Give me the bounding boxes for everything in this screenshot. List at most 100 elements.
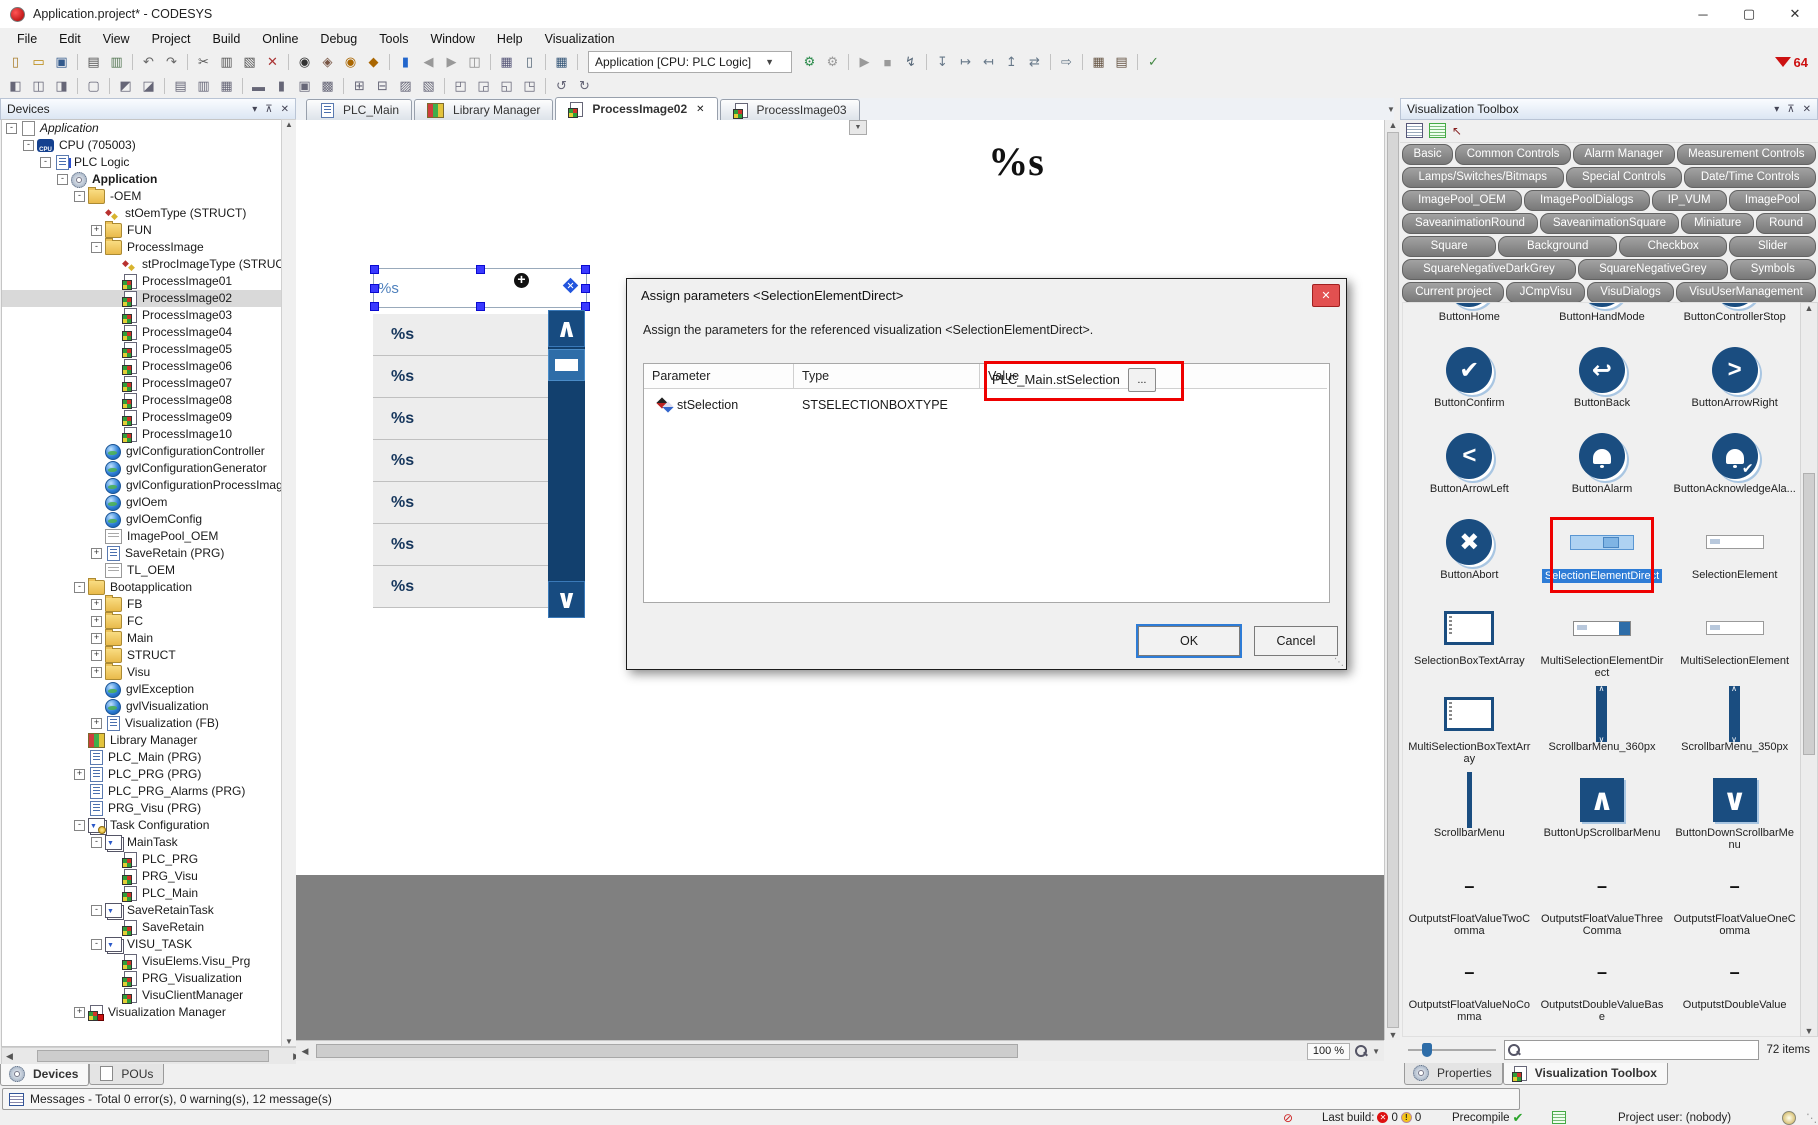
menu-visualization[interactable]: Visualization [534, 28, 626, 50]
clear-bookmarks-icon[interactable]: ◫ [464, 52, 485, 72]
toolbox-item-selectionboxtextarray[interactable]: SelectionBoxTextArray [1403, 601, 1536, 687]
scrollbar-down-icon[interactable]: ∨ [548, 581, 585, 618]
toolbox-item-outputstfloatvaluenocomma[interactable]: –OutputstFloatValueNoComma [1403, 945, 1536, 1031]
tree-item-prg-visu[interactable]: PRG_Visu [2, 868, 282, 885]
pin-icon[interactable]: ⊼ [265, 104, 272, 115]
toolbox-scrollbar[interactable]: ▲ ▼ [1800, 302, 1818, 1037]
toolbox-item-multiselectionelement[interactable]: MultiSelectionElement [1668, 601, 1801, 687]
tree-item-plc-prg[interactable]: PLC_PRG [2, 851, 282, 868]
tree-item-main[interactable]: +Main [2, 630, 282, 647]
category-measurement-controls[interactable]: Measurement Controls [1677, 144, 1816, 165]
tree-item-saveretaintask[interactable]: -SaveRetainTask [2, 902, 282, 919]
ok-button[interactable]: OK [1138, 626, 1240, 656]
stop-icon[interactable]: ■ [877, 52, 898, 72]
tree-item-plc-prg-prg-[interactable]: +PLC_PRG (PRG) [2, 766, 282, 783]
collapse-icon[interactable]: - [91, 905, 102, 916]
new-object-icon[interactable]: ▯ [519, 52, 540, 72]
scroll-up-icon[interactable]: ▲ [1805, 303, 1814, 313]
collapse-icon[interactable]: - [74, 582, 85, 593]
tree-item-struct[interactable]: +STRUCT [2, 647, 282, 664]
scroll-up-icon[interactable]: ▲ [1389, 120, 1398, 130]
tree-item-library-manager[interactable]: Library Manager [2, 732, 282, 749]
category-lamps-switches-bitmaps[interactable]: Lamps/Switches/Bitmaps [1402, 167, 1564, 188]
tree-item-gvlconfigurationcontroller[interactable]: gvlConfigurationController [2, 443, 282, 460]
toolbox-item-buttonalarm[interactable]: ButtonAlarm [1536, 429, 1669, 515]
collapse-icon[interactable]: - [74, 191, 85, 202]
one-forward-icon[interactable]: ◱ [496, 76, 517, 96]
scroll-left-icon[interactable]: ◀ [6, 1051, 13, 1062]
toolbox-item-outputstfloatvaluethreecomma[interactable]: –OutputstFloatValueThreeComma [1536, 859, 1669, 945]
editor-vertical-scrollbar[interactable]: ▲ ▼ [1384, 120, 1401, 1040]
tab-pous[interactable]: POUs [89, 1064, 164, 1085]
icon-size-slider[interactable] [1408, 1043, 1496, 1057]
category-symbols[interactable]: Symbols [1730, 259, 1816, 280]
table-view-alt-icon[interactable] [1429, 123, 1446, 138]
delete-icon[interactable]: ✕ [262, 52, 283, 72]
frame-icon[interactable]: ▢ [83, 76, 104, 96]
resize-handle[interactable] [370, 265, 379, 274]
watch-icon[interactable]: ▦ [1088, 52, 1109, 72]
make-same-size-icon[interactable]: ▦ [216, 76, 237, 96]
tree-item-visuclientmanager[interactable]: VisuClientManager [2, 987, 282, 1004]
tree-item-stoemtype-struct-[interactable]: stOemType (STRUCT) [2, 205, 282, 222]
expand-icon[interactable]: + [74, 769, 85, 780]
zoom-level[interactable]: 100 % [1307, 1043, 1350, 1060]
toolbox-item-buttonconfirm[interactable]: ✔ButtonConfirm [1403, 343, 1536, 429]
run-to-cursor-icon[interactable]: ↥ [1001, 52, 1022, 72]
tree-item-task-configuration[interactable]: -Task Configuration [2, 817, 282, 834]
tree-item-processimage[interactable]: -ProcessImage [2, 239, 282, 256]
tree-item-prg-visualization[interactable]: PRG_Visualization [2, 970, 282, 987]
tree-item-processimage05[interactable]: ProcessImage05 [2, 341, 282, 358]
save-icon[interactable]: ▣ [51, 52, 72, 72]
scrollbar-thumb[interactable] [1387, 132, 1399, 1028]
panel-menu-icon[interactable]: ▾ [252, 104, 257, 115]
menu-online[interactable]: Online [251, 28, 309, 50]
resize-handle[interactable] [581, 284, 590, 293]
column-header-parameter[interactable]: Parameter [644, 364, 794, 389]
toolbox-item-selectionelement[interactable]: SelectionElement [1668, 515, 1801, 601]
tree-item-fun[interactable]: +FUN [2, 222, 282, 239]
anchor-icon[interactable] [563, 278, 579, 294]
collapse-icon[interactable]: - [23, 140, 34, 151]
group-icon[interactable]: ⊞ [349, 76, 370, 96]
size-height-icon[interactable]: ▮ [271, 76, 292, 96]
security-icon[interactable]: ✓ [1143, 52, 1164, 72]
tree-item-imagepool-oem[interactable]: ImagePool_OEM [2, 528, 282, 545]
toolbox-item-outputstdoublevaluebase[interactable]: –OutputstDoubleValueBase [1536, 945, 1669, 1031]
canvas-scroll-button[interactable]: ▼ [849, 120, 867, 135]
close-panel-icon[interactable]: ✕ [281, 104, 289, 115]
tree-item-gvloemconfig[interactable]: gvlOemConfig [2, 511, 282, 528]
collapse-icon[interactable]: - [74, 820, 85, 831]
pointer-tool-icon[interactable]: ↖ [1452, 124, 1462, 138]
tree-item-processimage07[interactable]: ProcessImage07 [2, 375, 282, 392]
paste-icon[interactable]: ▧ [239, 52, 260, 72]
toolbox-item-buttonback[interactable]: ↩ButtonBack [1536, 343, 1669, 429]
tree-horizontal-scrollbar[interactable]: ◀ ▶ [1, 1047, 305, 1065]
browse-button[interactable]: ... [1128, 368, 1156, 392]
size-both-icon[interactable]: ▣ [294, 76, 315, 96]
scrollbar-thumb[interactable] [548, 349, 585, 381]
toolbox-item-multiselectionboxtextarray[interactable]: MultiSelectionBoxTextArray [1403, 687, 1536, 773]
category-date-time-controls[interactable]: Date/Time Controls [1684, 167, 1816, 188]
bring-front-icon[interactable]: ◰ [450, 76, 471, 96]
resize-handle[interactable] [370, 302, 379, 311]
expand-icon[interactable]: + [91, 225, 102, 236]
close-button[interactable]: ✕ [1772, 0, 1818, 28]
toolbox-item-buttonacknowledgeala-[interactable]: ✔ButtonAcknowledgeAla... [1668, 429, 1801, 515]
collapse-icon[interactable]: - [57, 174, 68, 185]
toolbox-item-buttonupscrollbarmenu[interactable]: ∧ButtonUpScrollbarMenu [1536, 773, 1669, 859]
rotate-left-icon[interactable]: ↺ [551, 76, 572, 96]
distribute-h-icon[interactable]: ▤ [170, 76, 191, 96]
rotate-right-icon[interactable]: ↻ [574, 76, 595, 96]
close-panel-icon[interactable]: ✕ [1803, 104, 1811, 115]
menu-window[interactable]: Window [419, 28, 485, 50]
expand-icon[interactable]: + [91, 718, 102, 729]
category-ip-vum[interactable]: IP_VUM [1652, 190, 1727, 211]
collapse-icon[interactable]: - [91, 837, 102, 848]
magnifier-icon[interactable] [1354, 1044, 1368, 1058]
scroll-left-icon[interactable]: ◀ [296, 1046, 314, 1057]
editor-horizontal-scrollbar[interactable]: ◀ 100 % ▼ [296, 1040, 1384, 1061]
toolbox-item-buttonhandmode[interactable]: ✱ButtonHandMode [1536, 302, 1669, 343]
table-view-icon[interactable] [1406, 123, 1423, 138]
toolbox-item-scrollbarmenu-350px[interactable]: ScrollbarMenu_350px [1668, 687, 1801, 773]
